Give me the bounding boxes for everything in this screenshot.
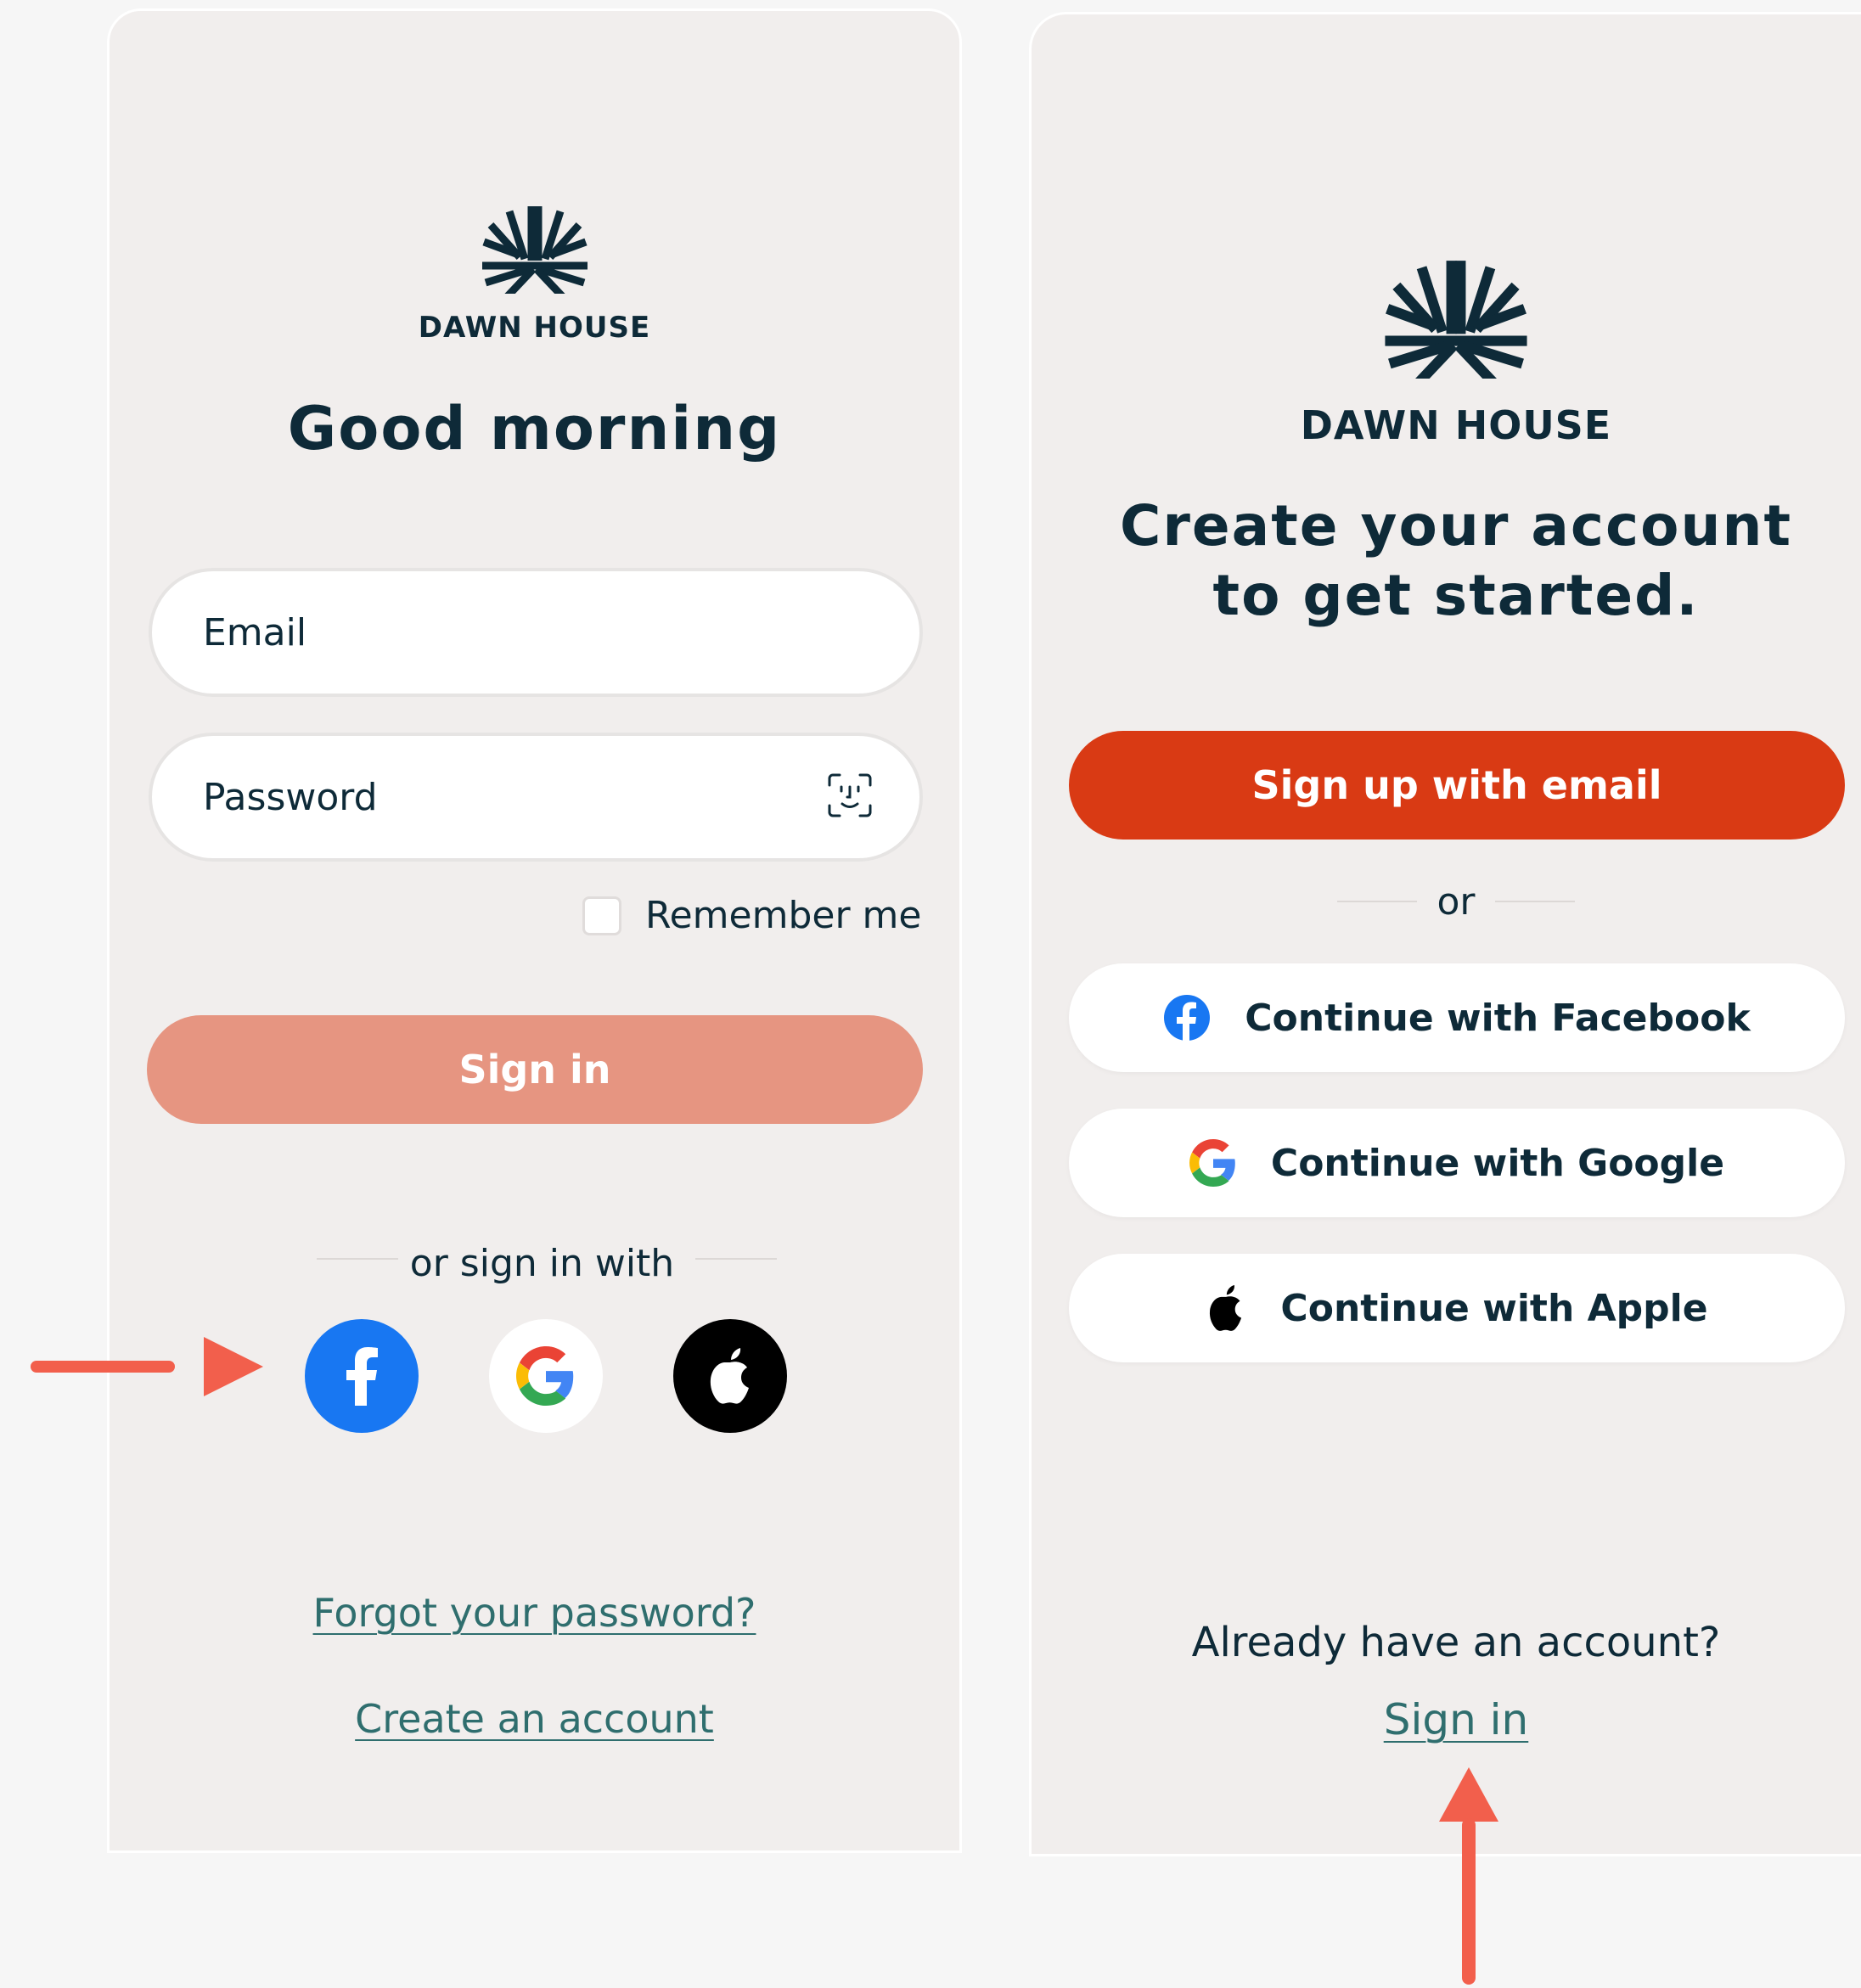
continue-google-label: Continue with Google <box>1270 1141 1725 1185</box>
sunrise-logo-icon <box>1385 261 1527 379</box>
signin-button[interactable]: Sign in <box>147 1015 923 1124</box>
brand-logo: DAWN HOUSE <box>110 196 959 345</box>
facebook-icon <box>346 1347 378 1406</box>
signup-divider-label: or <box>1437 880 1476 924</box>
google-signin-button[interactable] <box>489 1319 603 1433</box>
brand-name: DAWN HOUSE <box>418 311 651 345</box>
continue-google-button[interactable]: Continue with Google <box>1069 1109 1845 1217</box>
apple-signin-button[interactable] <box>673 1319 787 1433</box>
sunrise-logo-icon <box>481 206 588 294</box>
page-title: Good morning <box>287 394 782 463</box>
arrow-icon <box>31 1337 263 1396</box>
signin-link[interactable]: Sign in <box>1032 1695 1861 1744</box>
remember-me[interactable]: Remember me <box>582 894 921 937</box>
continue-facebook-label: Continue with Facebook <box>1245 996 1751 1040</box>
signup-screen: DAWN HOUSE Create your account to get st… <box>1029 12 1861 1856</box>
remember-label: Remember me <box>645 894 922 937</box>
password-field[interactable] <box>149 733 923 862</box>
face-id-icon[interactable] <box>826 772 874 823</box>
create-account-link[interactable]: Create an account <box>110 1696 959 1742</box>
signin-screen: DAWN HOUSE Good morning Remember me Sign… <box>107 8 962 1853</box>
email-input[interactable] <box>201 609 799 655</box>
apple-icon <box>1206 1284 1246 1332</box>
divider-line-right <box>695 1258 777 1260</box>
continue-apple-label: Continue with Apple <box>1280 1286 1708 1330</box>
forgot-password-link[interactable]: Forgot your password? <box>110 1590 959 1636</box>
google-icon <box>516 1346 574 1406</box>
facebook-icon <box>1163 994 1211 1042</box>
email-field[interactable] <box>149 568 923 697</box>
heading-line-1: Create your account <box>1119 493 1793 559</box>
page-title: Create your account to get started. <box>1032 491 1861 631</box>
heading-line-2: to get started. <box>1212 563 1700 628</box>
already-account-text: Already have an account? <box>1191 1619 1721 1666</box>
arrow-icon <box>1439 1767 1498 1988</box>
brand-name: DAWN HOUSE <box>1300 402 1612 448</box>
brand-logo: DAWN HOUSE <box>1032 247 1861 448</box>
remember-checkbox[interactable] <box>582 896 621 935</box>
continue-facebook-button[interactable]: Continue with Facebook <box>1069 963 1845 1072</box>
apple-icon <box>710 1348 749 1404</box>
signin-divider-label: or sign in with <box>409 1242 675 1285</box>
divider-line-right <box>1495 901 1575 902</box>
google-icon <box>1189 1139 1237 1187</box>
password-input[interactable] <box>201 774 799 820</box>
continue-apple-button[interactable]: Continue with Apple <box>1069 1254 1845 1362</box>
signup-email-button[interactable]: Sign up with email <box>1069 731 1845 840</box>
facebook-signin-button[interactable] <box>305 1319 419 1433</box>
